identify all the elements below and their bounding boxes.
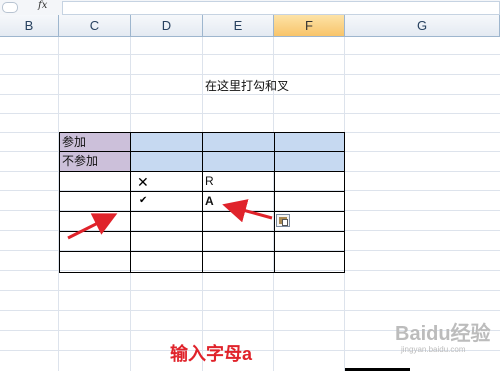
baidu-watermark: Baidu经验 jingyan.baidu.com [395, 315, 495, 360]
left-arrow [67, 213, 118, 240]
baidu-logo-icon: Baidu经验 [395, 323, 491, 345]
right-arrow [222, 199, 273, 223]
instruction-caption: 输入字母a [170, 344, 253, 364]
watermark-url: jingyan.baidu.com [401, 345, 466, 354]
